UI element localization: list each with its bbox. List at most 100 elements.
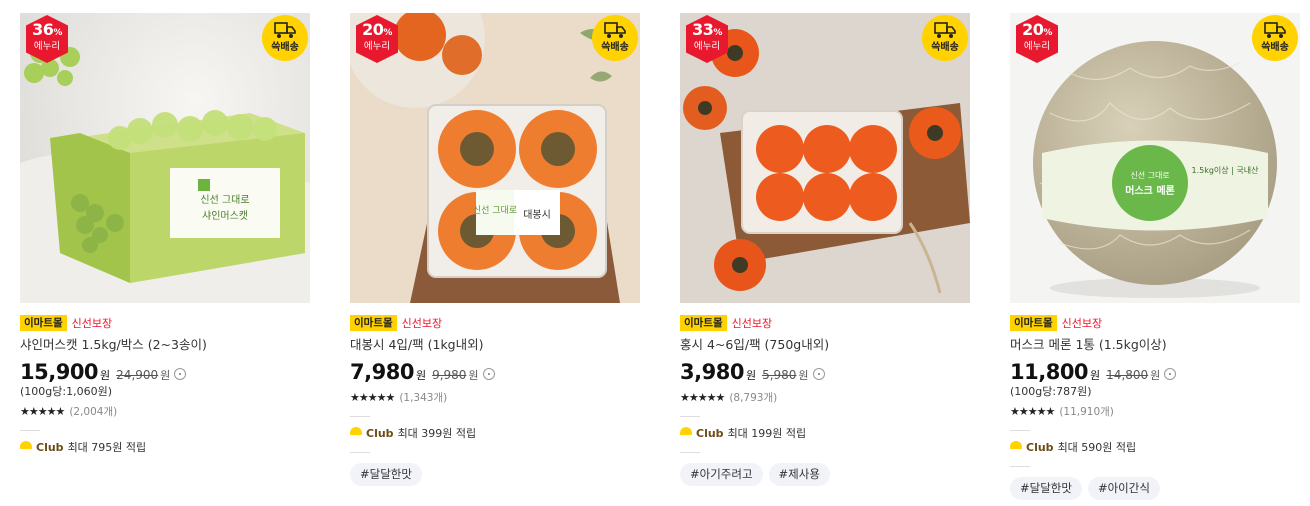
mall-tag: 이마트몰 (680, 314, 727, 331)
product-card[interactable]: 신선 그대로 대봉시 20% 에누리 쓱배송 이마트몰 신선보장 대봉시 4입/… (350, 13, 640, 486)
ssg-delivery-badge: 쓱배송 (922, 15, 968, 61)
discount-badge: 20% 에누리 (1016, 15, 1058, 63)
club-icon (680, 427, 692, 439)
sale-price: 11,800 (1010, 360, 1089, 384)
hashtag-list: #달달한맛 (350, 463, 640, 486)
price-unit: 원 (100, 369, 111, 382)
discount-percent: 20 (1022, 20, 1044, 39)
original-price: 5,980 (762, 368, 797, 382)
product-name[interactable]: 대봉시 4입/팩 (1kg내외) (350, 337, 640, 353)
product-image[interactable]: 신선 그대로 대봉시 20% 에누리 쓱배송 (350, 13, 640, 303)
divider (1010, 430, 1030, 431)
discount-label: 에누리 (33, 41, 61, 52)
sale-price: 15,900 (20, 360, 99, 384)
ssg-delivery-badge: 쓱배송 (592, 15, 638, 61)
price-info-icon[interactable] (482, 368, 495, 380)
sale-price: 7,980 (350, 360, 414, 384)
club-reward: Club 최대 199원 적립 (680, 426, 970, 440)
divider (350, 452, 370, 453)
discount-label: 에누리 (1023, 41, 1051, 52)
fresh-guarantee-tag: 신선보장 (401, 316, 443, 330)
review-count: (11,910개) (1059, 405, 1114, 418)
product-card[interactable]: 33% 에누리 쓱배송 이마트몰 신선보장 홍시 4~6입/팩 (750g내외)… (680, 13, 970, 486)
product-image[interactable]: 33% 에누리 쓱배송 (680, 13, 970, 303)
product-image[interactable]: 신선 그대로 샤인머스캣 36% 에누리 쓱배송 (20, 13, 310, 303)
club-label: Club (696, 426, 724, 440)
club-reward-text: 최대 399원 적립 (397, 427, 477, 440)
truck-icon (274, 22, 296, 38)
star-rating-icon: ★★★★★ (20, 404, 65, 418)
hashtag-list: #달달한맛 #아이간식 (1010, 477, 1300, 500)
mall-tag: 이마트몰 (1010, 314, 1057, 331)
product-card[interactable]: 신선 그대로 머스크 메론 1.5kg이상 | 국내산 20% 에누리 쓱배송 … (1010, 13, 1300, 500)
original-price-unit: 원 (798, 369, 809, 382)
discount-label: 에누리 (363, 41, 391, 52)
price-unit: 원 (745, 369, 757, 382)
truck-icon (1264, 22, 1286, 38)
club-label: Club (1026, 440, 1054, 454)
truck-icon (934, 22, 956, 38)
ship-label: 쓱배송 (1261, 42, 1289, 53)
discount-unit: % (1043, 28, 1052, 38)
product-name[interactable]: 샤인머스캣 1.5kg/박스 (2~3송이) (20, 337, 310, 353)
hashtag-chip[interactable]: #아기주려고 (680, 463, 763, 486)
price-info-icon[interactable] (812, 368, 825, 380)
unit-price: (100g당:1,060원) (20, 385, 112, 398)
fresh-guarantee-tag: 신선보장 (731, 316, 773, 330)
original-price: 24,900 (116, 368, 159, 382)
star-rating-icon: ★★★★★ (680, 390, 725, 404)
ssg-delivery-badge: 쓱배송 (262, 15, 308, 61)
truck-icon (604, 22, 626, 38)
discount-badge: 33% 에누리 (686, 15, 728, 63)
ship-label: 쓱배송 (601, 42, 629, 53)
original-price-unit: 원 (160, 369, 171, 382)
discount-unit: % (383, 28, 392, 38)
price-info-icon[interactable] (174, 368, 187, 380)
discount-unit: % (713, 28, 722, 38)
club-icon (350, 427, 362, 439)
unit-price: (100g당:787원) (1010, 385, 1092, 398)
melon-weight-text: 1.5kg이상 | 국내산 (1191, 165, 1259, 175)
mall-tag: 이마트몰 (350, 314, 397, 331)
divider (680, 416, 700, 417)
club-reward-text: 최대 590원 적립 (1057, 441, 1137, 454)
box-name-text: 샤인머스캣 (202, 210, 248, 222)
product-card[interactable]: 신선 그대로 샤인머스캣 36% 에누리 쓱배송 이마트몰 신선보장 샤인머스캣… (20, 13, 310, 454)
club-reward: Club 최대 590원 적립 (1010, 440, 1300, 454)
hashtag-chip[interactable]: #제사용 (768, 463, 830, 486)
price-unit: 원 (415, 369, 427, 382)
melon-brand-text: 신선 그대로 (1130, 171, 1169, 180)
review-count: (2,004개) (69, 405, 118, 418)
discount-percent: 33 (692, 20, 714, 39)
club-label: Club (366, 426, 394, 440)
club-reward-text: 최대 795원 적립 (67, 441, 147, 454)
ship-label: 쓱배송 (931, 42, 959, 53)
mall-tag: 이마트몰 (20, 314, 67, 331)
price-unit: 원 (1090, 369, 1101, 382)
box-brand-text: 신선 그대로 (200, 194, 249, 206)
hashtag-chip[interactable]: #달달한맛 (350, 463, 422, 486)
product-name[interactable]: 홍시 4~6입/팩 (750g내외) (680, 337, 970, 353)
discount-percent: 36 (32, 20, 54, 39)
ssg-delivery-badge: 쓱배송 (1252, 15, 1298, 61)
product-row: 신선 그대로 샤인머스캣 36% 에누리 쓱배송 이마트몰 신선보장 샤인머스캣… (0, 0, 1310, 506)
pack-brand-text: 신선 그대로 (473, 205, 517, 216)
product-name[interactable]: 머스크 메론 1통 (1.5kg이상) (1010, 337, 1300, 353)
rating: ★★★★★ (11,910개) (1010, 404, 1300, 418)
rating: ★★★★★ (1,343개) (350, 390, 640, 404)
review-count: (8,793개) (729, 391, 778, 404)
discount-badge: 20% 에누리 (356, 15, 398, 63)
rating: ★★★★★ (2,004개) (20, 404, 310, 418)
fresh-guarantee-tag: 신선보장 (71, 316, 113, 330)
rating: ★★★★★ (8,793개) (680, 390, 970, 404)
melon-name-text: 머스크 메론 (1125, 184, 1174, 197)
hashtag-chip[interactable]: #달달한맛 (1010, 477, 1082, 500)
original-price-unit: 원 (468, 369, 479, 382)
club-reward: Club 최대 399원 적립 (350, 426, 640, 440)
star-rating-icon: ★★★★★ (1010, 404, 1055, 418)
review-count: (1,343개) (399, 391, 448, 404)
hashtag-chip[interactable]: #아이간식 (1087, 477, 1160, 500)
club-reward: Club 최대 795원 적립 (20, 440, 310, 454)
product-image[interactable]: 신선 그대로 머스크 메론 1.5kg이상 | 국내산 20% 에누리 쓱배송 (1010, 13, 1300, 303)
price-info-icon[interactable] (1164, 368, 1177, 380)
